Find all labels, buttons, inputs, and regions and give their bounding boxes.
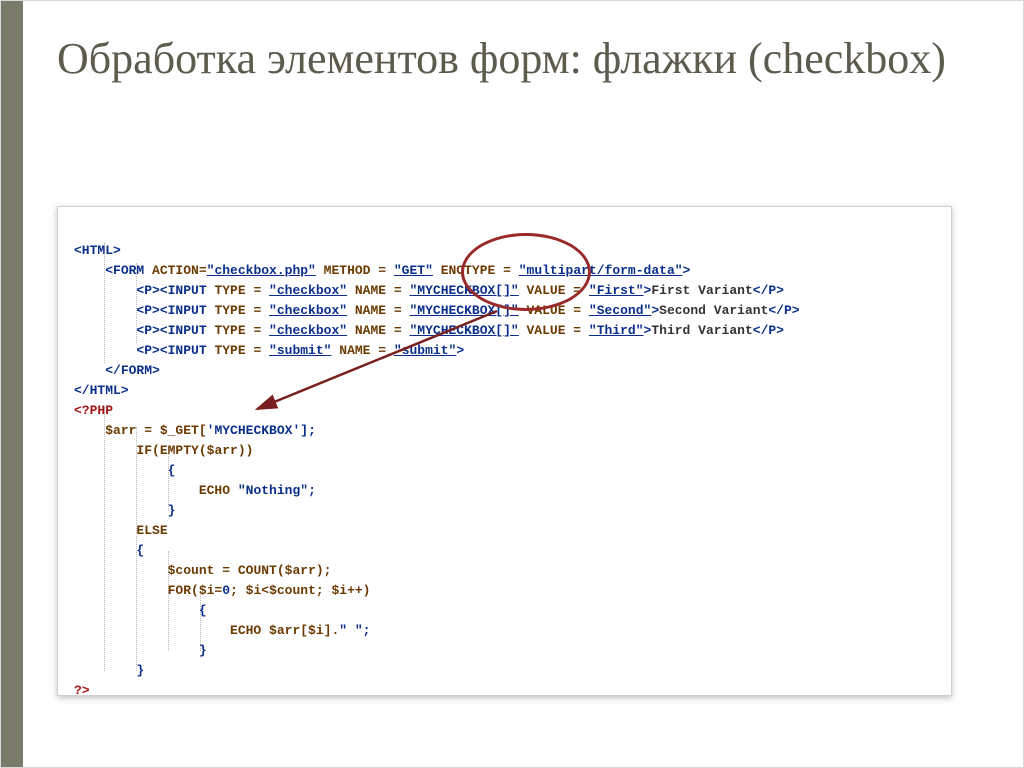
code-screenshot: <HTML> <FORM ACTION="checkbox.php" METHO… <box>57 206 952 696</box>
code-block: <HTML> <FORM ACTION="checkbox.php" METHO… <box>74 221 939 696</box>
slide-title: Обработка элементов форм: флажки (checkb… <box>57 31 977 86</box>
code-token: <FORM <box>105 263 152 278</box>
slide: Обработка элементов форм: флажки (checkb… <box>0 0 1024 768</box>
accent-bar <box>1 1 23 767</box>
code-line: <HTML> <box>74 243 121 258</box>
